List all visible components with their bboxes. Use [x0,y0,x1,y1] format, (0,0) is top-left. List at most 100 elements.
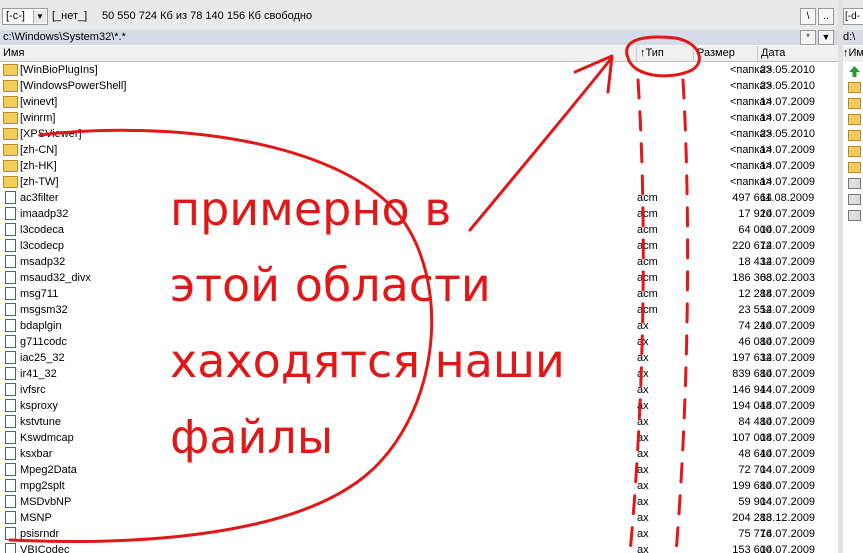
column-type[interactable]: ↑Тип [637,46,694,62]
file-date: 14.07.2009 [760,176,816,188]
file-row[interactable]: mpg2splt ax 199 680 14.07.2009 [0,478,838,494]
file-icon[interactable] [848,178,861,189]
file-row[interactable]: l3codecp acm 220 672 14.07.2009 [0,238,838,254]
folder-icon[interactable] [848,114,861,125]
file-icon [5,543,16,553]
file-date: 03.02.2003 [760,272,816,284]
file-icon [5,511,16,524]
file-icon [5,415,16,428]
file-date: 14.07.2009 [760,288,816,300]
file-date: 14.07.2009 [760,464,816,476]
column-name[interactable]: Имя [0,46,637,62]
file-row[interactable]: [zh-HK] <папка> 14.07.2009 [0,158,838,174]
file-date: 14.07.2009 [760,448,816,460]
file-date: 14.07.2009 [760,208,816,220]
file-name: [zh-HK] [20,160,57,172]
file-icon [5,527,16,540]
file-name: l3codecp [20,240,65,252]
file-name: psisrndr [20,528,60,540]
folder-icon [3,80,18,92]
folder-icon [3,144,18,156]
file-type: acm [637,224,658,236]
file-icon [5,447,16,460]
file-type: acm [637,192,658,204]
folder-icon[interactable] [848,82,861,93]
file-row[interactable]: [WinBioPlugIns] <папка> 23.05.2010 [0,62,838,78]
right-path-bar[interactable]: d:\ [843,30,863,45]
file-type: ax [637,544,649,553]
file-row[interactable]: MSNP ax 204 288 13.12.2009 [0,510,838,526]
column-date[interactable]: Дата [758,46,838,62]
file-date: 14.07.2009 [760,144,816,156]
file-icon [5,287,16,300]
file-row[interactable]: VBICodec ax 153 600 14.07.2009 [0,542,838,553]
file-type: acm [637,272,658,284]
folder-icon[interactable] [848,98,861,109]
history-dropdown-icon[interactable]: ▼ [818,30,834,45]
file-date: 14.07.2009 [760,304,816,316]
file-date: 14.07.2009 [760,224,816,236]
file-date: 14.07.2009 [760,112,816,124]
file-date: 14.07.2009 [760,480,816,492]
file-row[interactable]: [XPSViewer] <папка> 23.05.2010 [0,126,838,142]
file-type: ax [637,416,649,428]
file-icon[interactable] [848,194,861,205]
file-row[interactable]: MSDvbNP ax 59 904 14.07.2009 [0,494,838,510]
file-date: 14.07.2009 [760,400,816,412]
folder-icon [3,96,18,108]
file-row[interactable]: [winevt] <папка> 14.07.2009 [0,94,838,110]
current-path-bar[interactable]: c:\Windows\System32\*.* * ▼ [0,30,838,45]
arrow-up-icon[interactable] [848,66,861,77]
file-date: 23.05.2010 [760,80,816,92]
file-row[interactable]: bdaplgin ax 74 240 14.07.2009 [0,318,838,334]
file-date: 14.07.2009 [760,352,816,364]
file-row[interactable]: Mpeg2Data ax 72 704 14.07.2009 [0,462,838,478]
file-row[interactable]: kstvtune ax 84 480 14.07.2009 [0,414,838,430]
folder-icon [3,128,18,140]
drive-selector-label: [-c-] [6,10,25,22]
file-row[interactable]: [winrm] <папка> 14.07.2009 [0,110,838,126]
file-date: 14.07.2009 [760,320,816,332]
right-drive-selector[interactable]: [-d- [843,8,863,25]
file-date: 14.07.2009 [760,160,816,172]
annotation-line: файлы [170,410,334,464]
file-row[interactable]: Kswdmcap ax 107 008 14.07.2009 [0,430,838,446]
file-row[interactable]: psisrndr ax 75 776 14.07.2009 [0,526,838,542]
column-size[interactable]: Размер [694,46,758,62]
file-type: ax [637,352,649,364]
chevron-down-icon[interactable]: ▼ [33,10,46,23]
folder-icon[interactable] [848,146,861,157]
folder-icon [3,160,18,172]
folder-icon[interactable] [848,130,861,141]
right-file-panel [843,62,863,553]
file-type: acm [637,288,658,300]
file-type: ax [637,528,649,540]
file-name: [WinBioPlugIns] [20,64,98,76]
file-date: 14.07.2009 [760,416,816,428]
file-type: ax [637,368,649,380]
file-row[interactable]: [WindowsPowerShell] <папка> 23.05.2010 [0,78,838,94]
folder-icon[interactable] [848,162,861,173]
current-path: c:\Windows\System32\*.* [3,31,126,43]
file-icon [5,303,16,316]
file-date: 14.07.2009 [760,368,816,380]
parent-dir-button[interactable]: .. [818,8,834,25]
file-icon [5,335,16,348]
file-row[interactable]: [zh-CN] <папка> 14.07.2009 [0,142,838,158]
file-date: 23.05.2010 [760,128,816,140]
right-column-name[interactable]: ↑Им [843,46,863,62]
column-header: Имя ↑Тип Размер Дата [0,46,838,62]
file-date: 14.07.2009 [760,96,816,108]
file-row[interactable]: ksproxy ax 194 048 14.07.2009 [0,398,838,414]
file-type: ax [637,320,649,332]
file-name: MSDvbNP [20,496,72,508]
file-date: 14.07.2009 [760,496,816,508]
file-icon [5,399,16,412]
file-row[interactable]: ksxbar ax 48 640 14.07.2009 [0,446,838,462]
drive-selector[interactable]: [-c-] ▼ [2,8,48,25]
file-type: ax [637,496,649,508]
root-dir-button[interactable]: \ [800,8,816,25]
file-icon[interactable] [848,210,861,221]
file-icon [5,351,16,364]
filter-button[interactable]: * [800,30,816,45]
